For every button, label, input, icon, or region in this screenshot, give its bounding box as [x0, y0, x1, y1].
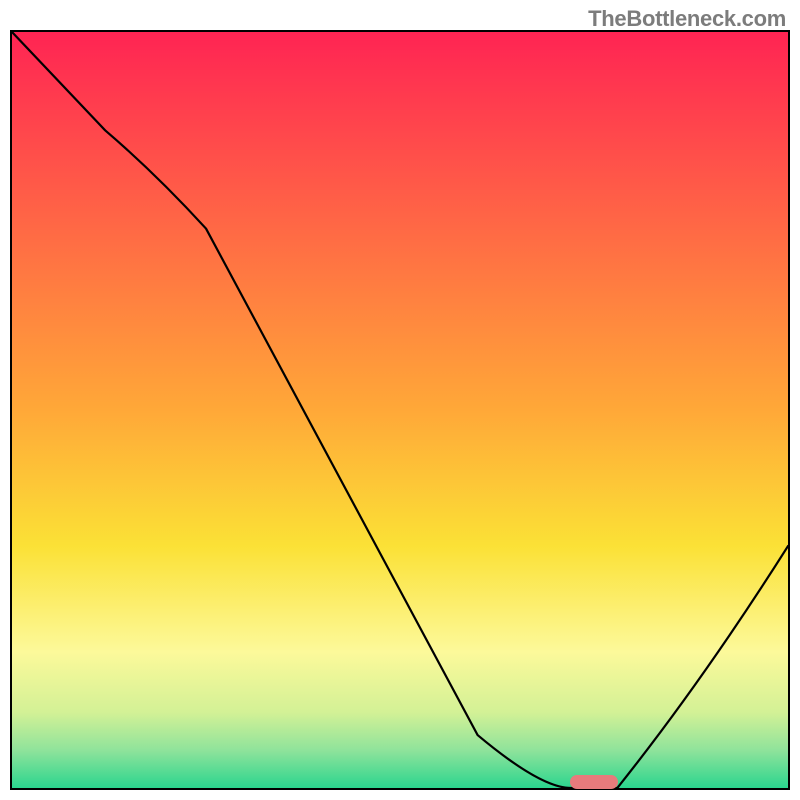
minimum-highlight-marker: [570, 775, 618, 789]
chart-frame: [10, 30, 790, 790]
bottleneck-curve: [12, 32, 788, 788]
watermark-text: TheBottleneck.com: [588, 6, 786, 32]
